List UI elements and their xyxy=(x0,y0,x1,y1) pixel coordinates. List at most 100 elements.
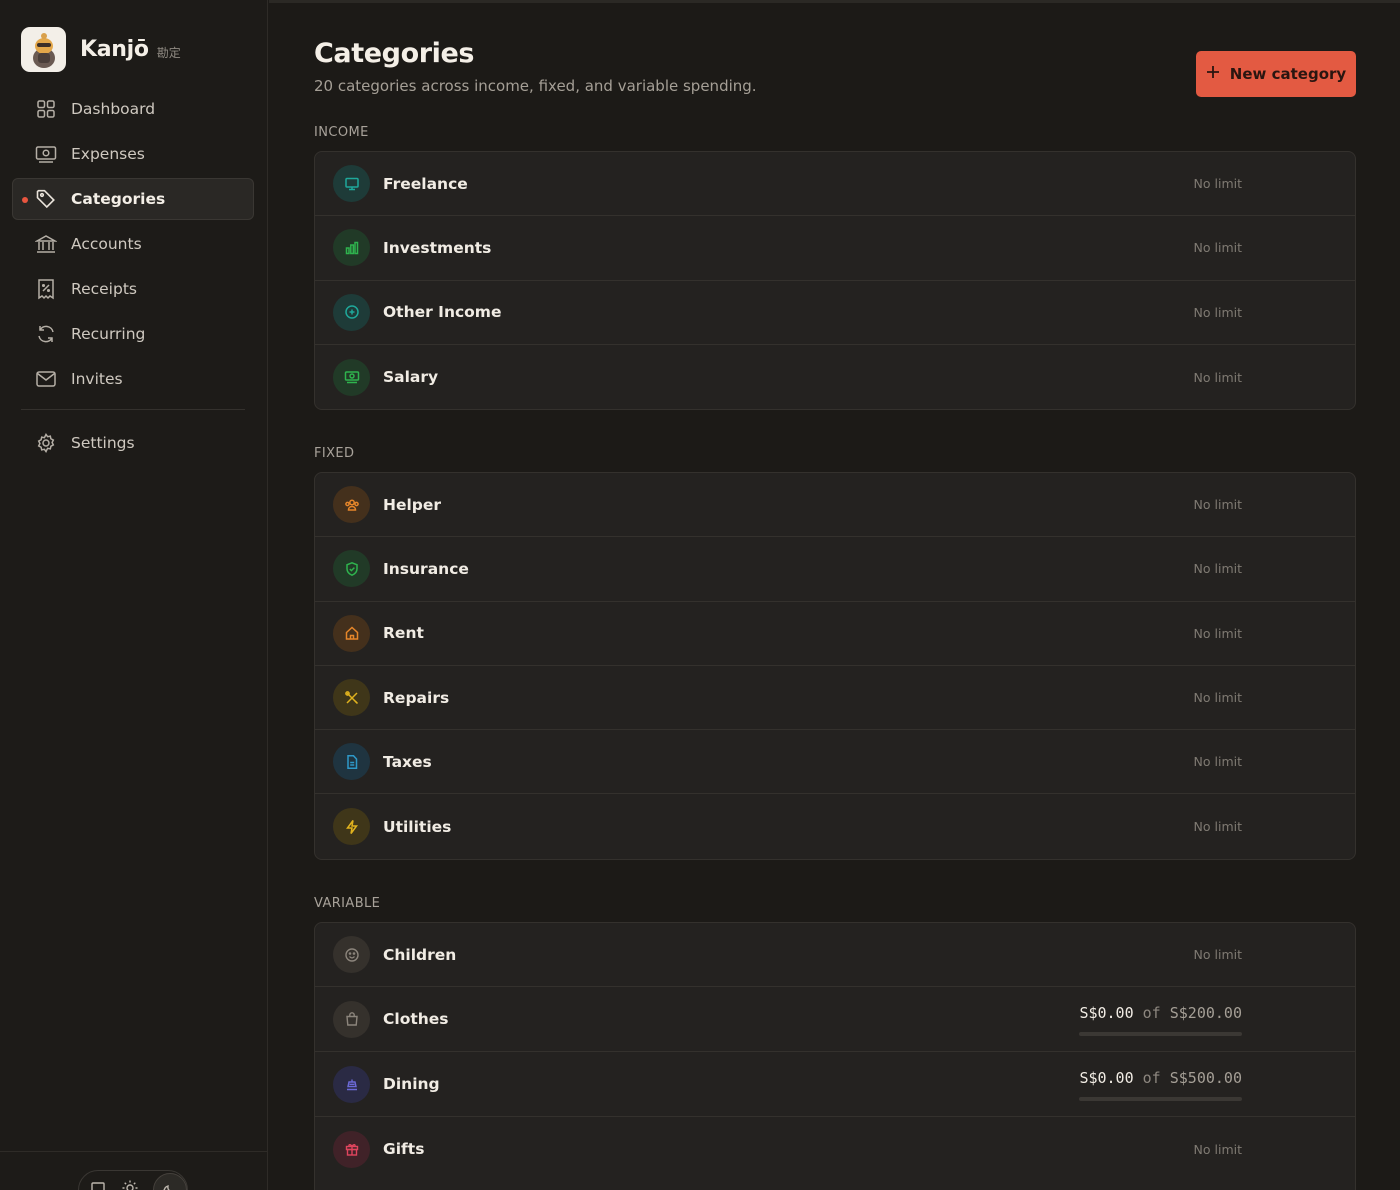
smile-icon xyxy=(333,936,370,974)
sidebar-item-expenses[interactable]: Expenses xyxy=(12,133,254,175)
sidebar-item-invites[interactable]: Invites xyxy=(12,358,254,400)
section-label-variable: VARIABLE xyxy=(314,896,381,911)
grid-icon xyxy=(35,98,57,120)
category-row-helper[interactable]: Helper No limit xyxy=(315,473,1355,538)
sidebar-item-label: Dashboard xyxy=(71,100,156,118)
category-row-dining[interactable]: Dining S$0.00 of S$500.00 xyxy=(315,1052,1355,1118)
page-title: Categories xyxy=(314,38,475,69)
refresh-icon xyxy=(35,323,57,345)
category-name: Helper xyxy=(383,495,442,514)
category-limit: No limit xyxy=(1193,304,1242,320)
page-subtitle: 20 categories across income, fixed, and … xyxy=(314,77,757,95)
new-category-button[interactable]: New category xyxy=(1196,51,1356,97)
bar-chart-icon xyxy=(333,229,370,267)
sidebar: Kanjō 勘定 Dashboard Expenses Categories A… xyxy=(0,0,268,1190)
category-name: Salary xyxy=(383,368,439,387)
section-label-fixed: FIXED xyxy=(314,446,355,461)
nav-divider xyxy=(21,409,245,410)
budget-of: of xyxy=(1142,1004,1161,1023)
category-limit: No limit xyxy=(1193,754,1242,770)
bank-icon xyxy=(35,233,57,255)
category-name: Insurance xyxy=(383,559,469,578)
category-limit: No limit xyxy=(1193,240,1242,256)
sidebar-item-label: Receipts xyxy=(71,280,137,298)
monitor-icon xyxy=(333,165,370,203)
main-content: Categories 20 categories across income, … xyxy=(269,0,1400,1190)
category-limit: No limit xyxy=(1193,947,1242,963)
moon-icon[interactable] xyxy=(153,1173,187,1190)
category-list-fixed: Helper No limit Insurance No limit Rent … xyxy=(314,472,1356,860)
category-row-children[interactable]: Children No limit xyxy=(315,923,1355,988)
sidebar-footer xyxy=(0,1151,267,1190)
sun-icon[interactable] xyxy=(121,1179,139,1190)
category-row-repairs[interactable]: Repairs No limit xyxy=(315,666,1355,731)
category-row-clothes[interactable]: Clothes S$0.00 of S$200.00 xyxy=(315,987,1355,1053)
monitor-icon[interactable] xyxy=(89,1179,107,1190)
sidebar-item-accounts[interactable]: Accounts xyxy=(12,223,254,265)
sidebar-item-recurring[interactable]: Recurring xyxy=(12,313,254,355)
budget-progress-bar xyxy=(1079,1032,1242,1037)
theme-switcher[interactable] xyxy=(78,1170,188,1190)
category-name: Utilities xyxy=(383,817,452,836)
plus-circle-icon xyxy=(333,293,370,331)
receipt-icon xyxy=(35,278,57,300)
category-name: Clothes xyxy=(383,1010,449,1029)
category-name: Gifts xyxy=(383,1140,425,1159)
new-category-label: New category xyxy=(1229,65,1347,83)
budget-of: of xyxy=(1142,1069,1161,1088)
category-row-insurance[interactable]: Insurance No limit xyxy=(315,537,1355,602)
category-name: Rent xyxy=(383,624,424,643)
category-name: Freelance xyxy=(383,174,468,193)
category-limit: No limit xyxy=(1193,561,1242,577)
category-limit: No limit xyxy=(1193,690,1242,706)
category-row-taxes[interactable]: Taxes No limit xyxy=(315,730,1355,795)
category-limit: No limit xyxy=(1193,819,1242,835)
category-row-rent[interactable]: Rent No limit xyxy=(315,602,1355,666)
bag-icon xyxy=(333,1000,370,1038)
category-list-income: Freelance No limit Investments No limit … xyxy=(314,151,1356,411)
sidebar-item-label: Settings xyxy=(71,434,135,452)
category-row-investments[interactable]: Investments No limit xyxy=(315,216,1355,281)
category-name: Repairs xyxy=(383,688,450,707)
sidebar-item-label: Recurring xyxy=(71,325,146,343)
sidebar-nav: Dashboard Expenses Categories Accounts R… xyxy=(12,88,254,467)
category-list-variable: Children No limit Clothes S$0.00 of S$20… xyxy=(314,922,1356,1190)
tools-icon xyxy=(333,679,370,717)
app-subtitle: 勘定 xyxy=(156,46,181,60)
app-logo xyxy=(21,27,66,72)
category-name: Taxes xyxy=(383,752,432,771)
sidebar-item-settings[interactable]: Settings xyxy=(12,422,254,464)
banknote-icon xyxy=(333,358,370,396)
category-row-gifts[interactable]: Gifts No limit xyxy=(315,1117,1355,1181)
sidebar-item-categories[interactable]: Categories xyxy=(12,178,254,220)
budget-amount: S$0.00 of S$200.00 xyxy=(1079,1004,1242,1022)
gear-icon xyxy=(35,432,57,454)
category-row-freelance[interactable]: Freelance No limit xyxy=(315,152,1355,217)
category-limit: No limit xyxy=(1193,176,1242,192)
app-name: Kanjō xyxy=(80,37,149,62)
banknote-icon xyxy=(35,143,57,165)
category-name: Dining xyxy=(383,1075,440,1094)
tag-icon xyxy=(35,188,57,210)
bolt-icon xyxy=(333,808,370,846)
sidebar-item-dashboard[interactable]: Dashboard xyxy=(12,88,254,130)
category-row-salary[interactable]: Salary No limit xyxy=(315,345,1355,409)
category-limit: No limit xyxy=(1193,625,1242,641)
plus-icon xyxy=(1206,65,1220,83)
budget-total: S$500.00 xyxy=(1169,1069,1242,1088)
sidebar-item-receipts[interactable]: Receipts xyxy=(12,268,254,310)
category-limit: No limit xyxy=(1193,369,1242,385)
mail-icon xyxy=(35,368,57,390)
active-indicator xyxy=(22,197,28,203)
category-name: Children xyxy=(383,945,457,964)
sidebar-item-label: Categories xyxy=(71,190,166,208)
budget-total: S$200.00 xyxy=(1169,1004,1242,1023)
users-icon xyxy=(333,486,370,524)
category-name: Investments xyxy=(383,238,492,257)
category-limit: No limit xyxy=(1193,1141,1242,1157)
sidebar-item-label: Expenses xyxy=(71,145,145,163)
category-row-utilities[interactable]: Utilities No limit xyxy=(315,794,1355,858)
brand[interactable]: Kanjō 勘定 xyxy=(21,27,181,72)
category-row-other-income[interactable]: Other Income No limit xyxy=(315,281,1355,345)
gift-icon xyxy=(333,1130,370,1168)
